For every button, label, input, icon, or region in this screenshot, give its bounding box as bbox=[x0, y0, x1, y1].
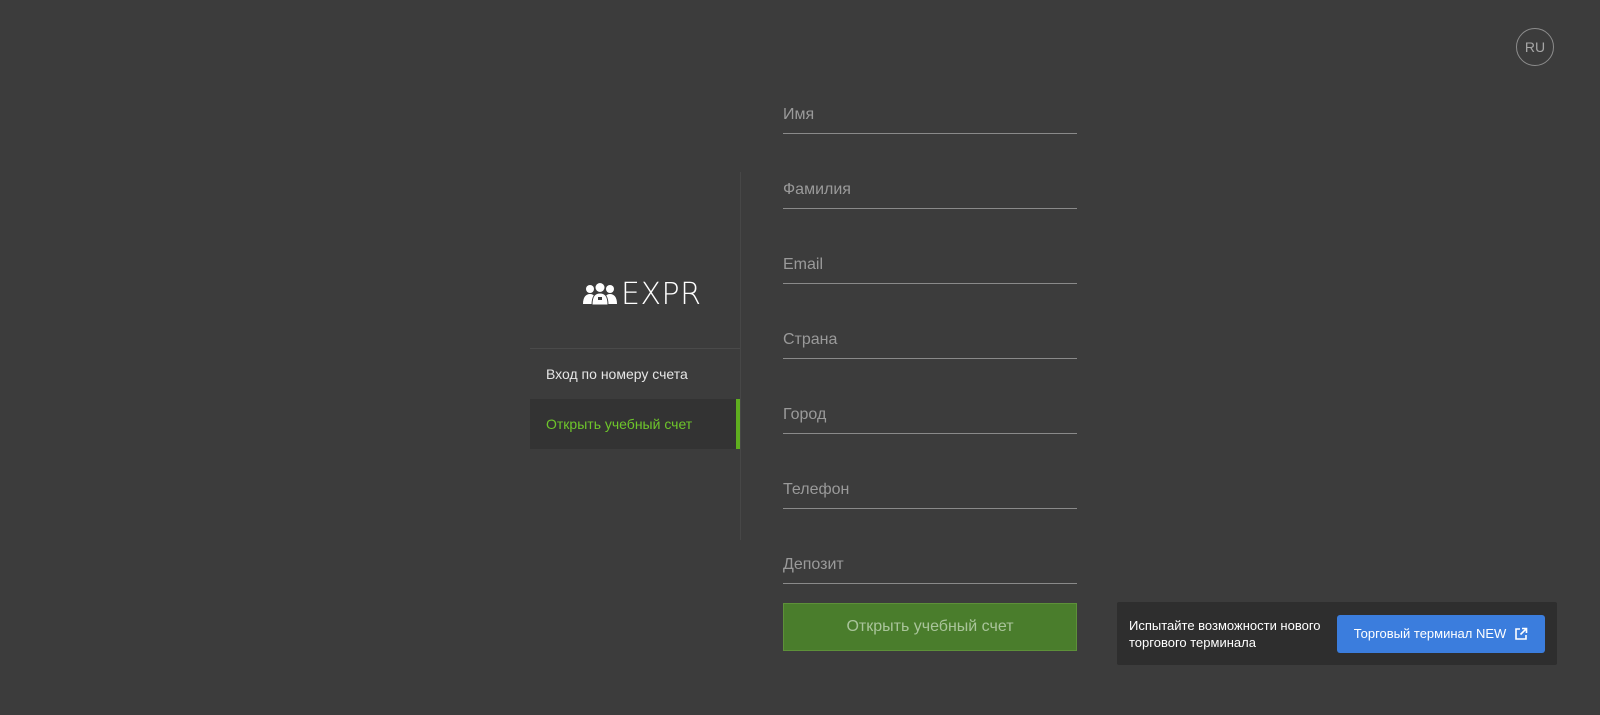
nav-item-label: Вход по номеру счета bbox=[546, 366, 688, 382]
users-group-icon bbox=[583, 282, 617, 306]
phone-field-wrapper bbox=[783, 471, 1077, 546]
new-terminal-button-label: Торговый терминал NEW bbox=[1353, 626, 1507, 641]
nav-item-label: Открыть учебный счет bbox=[546, 416, 693, 432]
logo-text: EXPR bbox=[621, 276, 702, 312]
new-terminal-button[interactable]: Торговый терминал NEW bbox=[1337, 614, 1545, 653]
logo: EXPR bbox=[583, 276, 701, 312]
registration-form bbox=[783, 96, 1077, 621]
nav-item-open-demo-account[interactable]: Открыть учебный счет bbox=[530, 399, 740, 449]
email-field[interactable] bbox=[783, 246, 1077, 284]
vertical-divider bbox=[740, 172, 741, 540]
last-name-field[interactable] bbox=[783, 171, 1077, 209]
last-name-field-wrapper bbox=[783, 171, 1077, 246]
phone-field[interactable] bbox=[783, 471, 1077, 509]
nav-item-login-by-account[interactable]: Вход по номеру счета bbox=[530, 349, 740, 399]
promo-text: Испытайте возможности нового торгового т… bbox=[1129, 617, 1321, 650]
country-field[interactable] bbox=[783, 321, 1077, 359]
city-field[interactable] bbox=[783, 396, 1077, 434]
open-demo-account-button[interactable]: Открыть учебный счет bbox=[783, 603, 1077, 651]
first-name-field-wrapper bbox=[783, 96, 1077, 171]
login-page: RU EXPR Вход по номеру счета Открыть уче… bbox=[0, 0, 1600, 715]
email-field-wrapper bbox=[783, 246, 1077, 321]
new-terminal-promo: Испытайте возможности нового торгового т… bbox=[1117, 602, 1557, 665]
deposit-field[interactable] bbox=[783, 546, 1077, 584]
country-field-wrapper bbox=[783, 321, 1077, 396]
side-nav: Вход по номеру счета Открыть учебный сче… bbox=[530, 348, 740, 449]
external-link-icon bbox=[1514, 627, 1528, 641]
city-field-wrapper bbox=[783, 396, 1077, 471]
language-label: RU bbox=[1524, 39, 1546, 55]
first-name-field[interactable] bbox=[783, 96, 1077, 134]
language-switcher[interactable]: RU bbox=[1516, 28, 1554, 66]
